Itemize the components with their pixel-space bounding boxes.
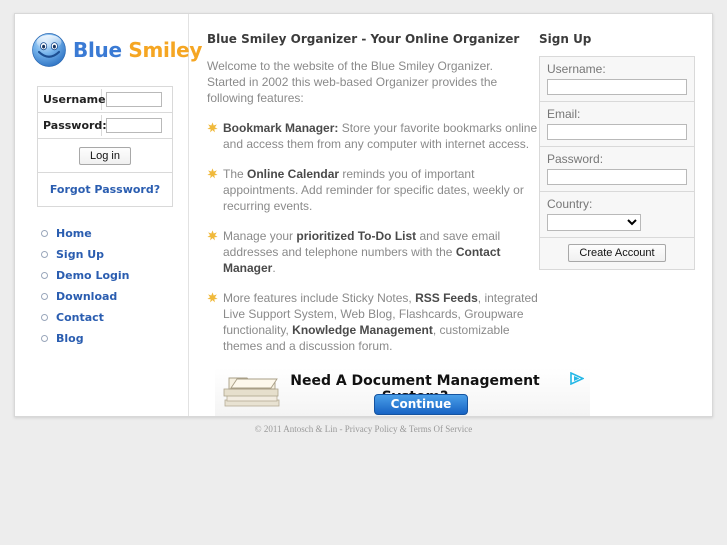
- intro-paragraph: Welcome to the website of the Blue Smile…: [207, 59, 498, 105]
- feature-text: More features include Sticky Notes, RSS …: [223, 291, 538, 353]
- circle-bullet-icon: [41, 271, 48, 279]
- sidebar-item-label[interactable]: Sign Up: [56, 248, 104, 261]
- adchoices-triangle-icon[interactable]: [570, 371, 585, 386]
- signup-email-row: Email:: [540, 102, 694, 147]
- footer-text: © 2011 Antosch & Lin - Privacy Policy & …: [254, 424, 473, 434]
- sidebar-item-label[interactable]: Contact: [56, 311, 104, 324]
- feature-item: Bookmark Manager: Store your favorite bo…: [207, 120, 545, 152]
- circle-bullet-icon: [41, 313, 48, 321]
- create-account-button[interactable]: Create Account: [568, 244, 666, 262]
- signup-username-row: Username:: [540, 57, 694, 102]
- feature-bold-0-0: Bookmark Manager:: [223, 121, 339, 135]
- ad-continue-button[interactable]: Continue: [374, 394, 468, 415]
- brand-wordmark: Blue Smiley: [73, 38, 202, 62]
- star-bullet-icon: [207, 291, 218, 303]
- signup-email-input[interactable]: [547, 124, 687, 140]
- signup-country-select[interactable]: [547, 214, 641, 231]
- main-area: Blue Smiley Organizer - Your Online Orga…: [189, 14, 712, 416]
- circle-bullet-icon: [41, 292, 48, 300]
- signup-email-label: Email:: [547, 107, 581, 121]
- sidebar-item-sign-up[interactable]: Sign Up: [41, 246, 188, 262]
- sidebar-item-blog[interactable]: Blog: [41, 330, 188, 346]
- signup-column: Sign Up Username: Email: Password: Count…: [529, 32, 712, 416]
- login-password-field-wrap: [102, 115, 172, 137]
- feature-plain-3-0: More features include Sticky Notes,: [223, 291, 416, 305]
- feature-item: Manage your prioritized To-Do List and s…: [207, 228, 545, 276]
- login-username-field-wrap: [102, 89, 172, 111]
- sidebar-item-label[interactable]: Demo Login: [56, 269, 129, 282]
- sidebar-item-home[interactable]: Home: [41, 225, 188, 241]
- sidebar-nav: Home Sign Up Demo Login Download Contact…: [41, 225, 188, 346]
- login-username-row: Username:: [38, 87, 172, 113]
- signup-password-row: Password:: [540, 147, 694, 192]
- brand-word-blue: Blue: [73, 38, 122, 62]
- login-username-input[interactable]: [106, 92, 162, 108]
- feature-text: Bookmark Manager: Store your favorite bo…: [223, 121, 537, 151]
- feature-bold-3-1: RSS Feeds: [415, 291, 478, 305]
- site-logo[interactable]: Blue Smiley: [15, 28, 202, 72]
- sidebar-item-demo-login[interactable]: Demo Login: [41, 267, 188, 283]
- feature-item: More features include Sticky Notes, RSS …: [207, 290, 545, 354]
- feature-plain-2-4: .: [272, 261, 276, 275]
- signup-password-input[interactable]: [547, 169, 687, 185]
- login-form: Username: Password: Log in Forgot Passwo…: [37, 86, 173, 207]
- feature-text: The Online Calendar reminds you of impor…: [223, 167, 524, 213]
- feature-item: The Online Calendar reminds you of impor…: [207, 166, 545, 214]
- signup-username-label: Username:: [547, 62, 606, 76]
- sidebar-item-label[interactable]: Home: [56, 227, 92, 240]
- signup-country-label: Country:: [547, 197, 593, 211]
- star-bullet-icon: [207, 121, 218, 133]
- sidebar: Blue Smiley Username: Password: Log in F…: [15, 14, 202, 416]
- sidebar-item-download[interactable]: Download: [41, 288, 188, 304]
- feature-bold-2-1: prioritized To-Do List: [296, 229, 417, 243]
- page-card: Blue Smiley Username: Password: Log in F…: [14, 13, 713, 417]
- login-username-label: Username:: [38, 89, 110, 110]
- signup-heading: Sign Up: [539, 32, 592, 46]
- signup-username-input[interactable]: [547, 79, 687, 95]
- feature-plain-1-0: The: [223, 167, 248, 181]
- advertisement-banner[interactable]: Need A Document Management System? Conti…: [215, 368, 590, 416]
- login-password-label: Password:: [38, 115, 107, 136]
- page-title: Blue Smiley Organizer - Your Online Orga…: [207, 32, 520, 46]
- signup-country-row: Country:: [540, 192, 694, 238]
- star-bullet-icon: [207, 167, 218, 179]
- feature-plain-2-0: Manage your: [223, 229, 297, 243]
- sidebar-item-label[interactable]: Blog: [56, 332, 84, 345]
- star-bullet-icon: [207, 229, 218, 241]
- sidebar-item-label[interactable]: Download: [56, 290, 117, 303]
- login-submit-row: Log in: [38, 139, 172, 173]
- content-column: Blue Smiley Organizer - Your Online Orga…: [189, 32, 590, 416]
- login-password-row: Password:: [38, 113, 172, 139]
- circle-bullet-icon: [41, 229, 48, 237]
- circle-bullet-icon: [41, 250, 48, 258]
- feature-bold-1-1: Online Calendar: [247, 167, 340, 181]
- blue-smiley-face-icon: [31, 32, 67, 68]
- forgot-password-row: Forgot Password?: [38, 173, 172, 207]
- signup-submit-row: Create Account: [540, 238, 694, 270]
- forgot-password-link[interactable]: Forgot Password?: [50, 183, 160, 196]
- sidebar-item-contact[interactable]: Contact: [41, 309, 188, 325]
- feature-text: Manage your prioritized To-Do List and s…: [223, 229, 501, 275]
- circle-bullet-icon: [41, 334, 48, 342]
- login-password-input[interactable]: [106, 118, 162, 134]
- signup-password-label: Password:: [547, 152, 604, 166]
- login-button[interactable]: Log in: [79, 146, 131, 165]
- feature-bold-3-3: Knowledge Management: [292, 323, 433, 337]
- signup-form: Username: Email: Password: Country: Crea…: [539, 56, 695, 270]
- footer: © 2011 Antosch & Lin - Privacy Policy & …: [14, 418, 713, 434]
